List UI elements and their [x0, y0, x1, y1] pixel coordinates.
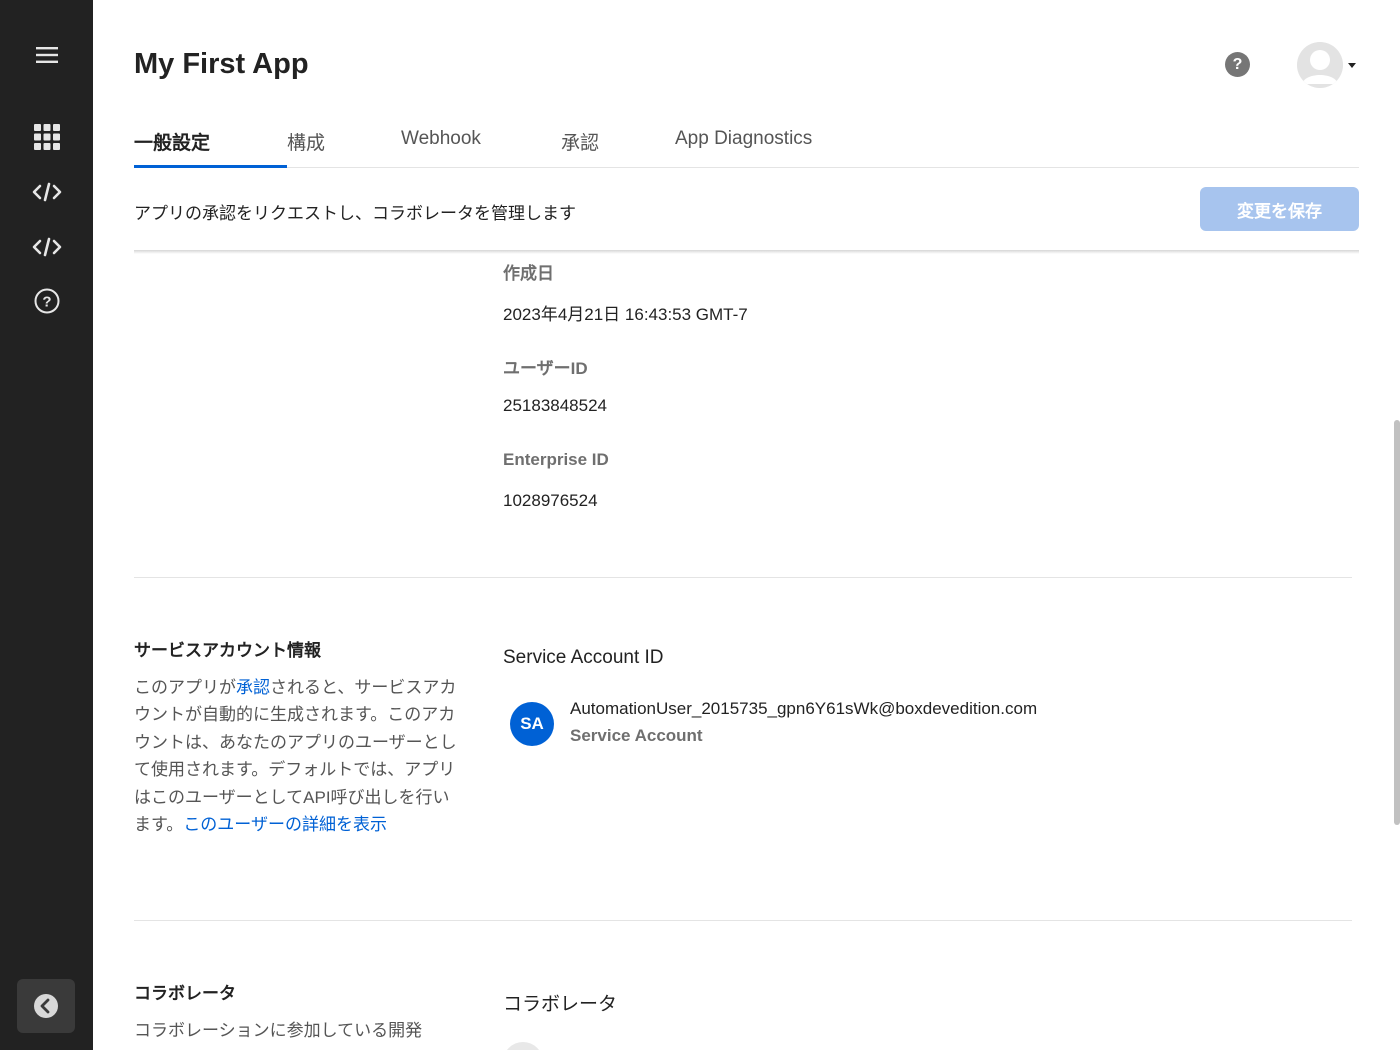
- code-icon[interactable]: [26, 171, 68, 213]
- save-changes-button[interactable]: 変更を保存: [1200, 187, 1359, 231]
- tab-configuration[interactable]: 構成: [287, 128, 325, 155]
- enterprise-id-label: Enterprise ID: [503, 450, 609, 469]
- subheader-shadow: [134, 250, 1359, 254]
- collapse-sidebar-button[interactable]: [17, 979, 75, 1033]
- authorization-link[interactable]: 承認: [236, 678, 270, 697]
- service-account-email: AutomationUser_2015735_gpn6Y61sWk@boxdev…: [570, 699, 1038, 718]
- left-sidebar: ?: [0, 0, 93, 1050]
- service-account-avatar: SA: [510, 702, 554, 746]
- chevron-down-icon: [1348, 62, 1356, 68]
- collaborators-description: コラボレーションに参加している開発: [134, 1021, 423, 1040]
- service-account-type: Service Account: [570, 726, 703, 745]
- user-id-value: 25183848524: [503, 396, 608, 415]
- help-circle-icon[interactable]: ?: [26, 280, 68, 322]
- created-date-label: 作成日: [503, 264, 554, 283]
- avatar: [1297, 42, 1343, 88]
- collaborators-section-title: コラボレータ: [134, 984, 236, 1003]
- collaborator-avatar: [503, 1042, 543, 1050]
- divider: [134, 920, 1352, 921]
- tab-webhook[interactable]: Webhook: [401, 128, 481, 150]
- tab-general-settings[interactable]: 一般設定: [134, 128, 210, 155]
- tab-authorization[interactable]: 承認: [561, 128, 599, 155]
- view-user-details-link[interactable]: このユーザーの詳細を表示: [183, 815, 387, 834]
- tab-app-diagnostics[interactable]: App Diagnostics: [675, 128, 812, 150]
- tab-bar: 一般設定 構成 Webhook 承認 App Diagnostics: [134, 120, 1359, 168]
- description-text: このアプリが: [134, 678, 236, 697]
- scrollbar-thumb[interactable]: [1394, 420, 1400, 825]
- service-account-section-title: サービスアカウント情報: [134, 641, 321, 660]
- scrollbar[interactable]: [1393, 250, 1400, 1050]
- page-title: My First App: [134, 48, 309, 80]
- description-text: されると、サービスアカウントが自動的に生成されます。このアカウントは、あなたのア…: [134, 678, 457, 835]
- user-id-label: ユーザーID: [503, 359, 588, 378]
- service-account-id-heading: Service Account ID: [503, 647, 664, 668]
- code-icon[interactable]: [26, 226, 68, 268]
- subheader: アプリの承認をリクエストし、コラボレータを管理します 変更を保存: [134, 168, 1359, 250]
- created-date-value: 2023年4月21日 16:43:53 GMT-7: [503, 305, 748, 324]
- divider: [134, 577, 1352, 578]
- chevron-left-icon: [34, 994, 58, 1018]
- collaborators-heading: コラボレータ: [503, 994, 618, 1015]
- service-account-description: このアプリが承認されると、サービスアカウントが自動的に生成されます。このアカウン…: [134, 674, 459, 838]
- user-menu[interactable]: [1297, 42, 1356, 88]
- main-content: My First App ? 一般設定 構成 Webhook 承認 App Di…: [93, 0, 1400, 1050]
- enterprise-id-value: 1028976524: [503, 491, 598, 510]
- apps-grid-icon[interactable]: [26, 116, 68, 158]
- menu-icon[interactable]: [26, 34, 68, 76]
- subheader-description: アプリの承認をリクエストし、コラボレータを管理します: [134, 204, 576, 223]
- help-button[interactable]: ?: [1225, 52, 1250, 77]
- svg-text:?: ?: [42, 294, 51, 311]
